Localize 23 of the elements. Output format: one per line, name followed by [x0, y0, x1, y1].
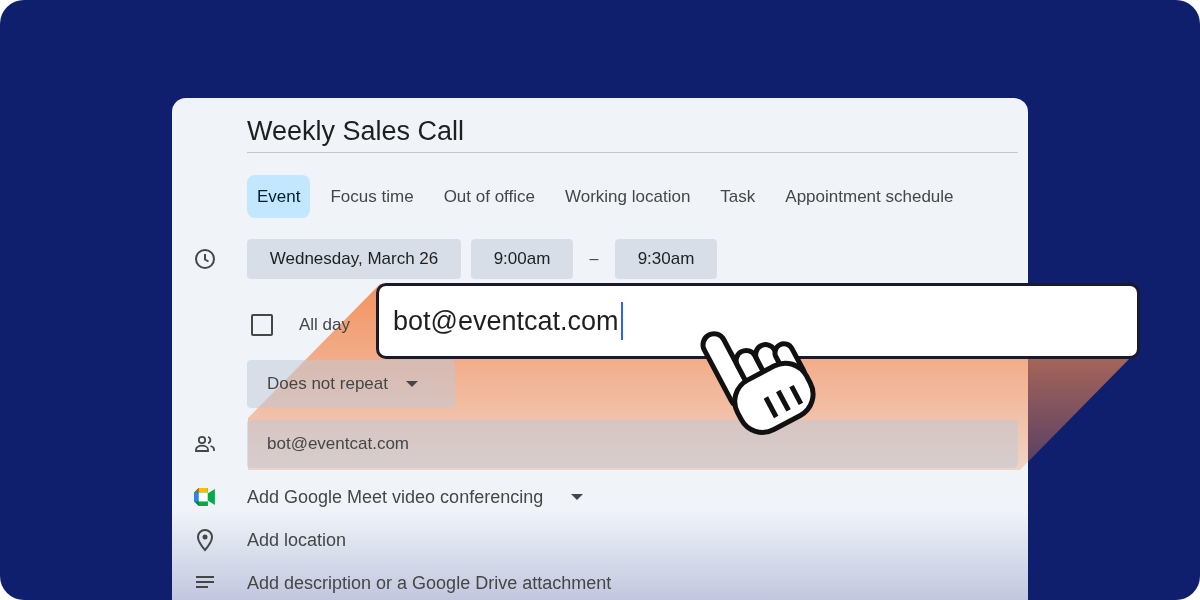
description-field[interactable]: Add description or a Google Drive attachment	[247, 572, 612, 594]
event-type-tab[interactable]: Task	[710, 175, 766, 218]
end-time-picker[interactable]: 9:30am	[615, 239, 717, 279]
location-field[interactable]: Add location	[247, 529, 347, 551]
event-type-tab[interactable]: Appointment schedule	[775, 175, 964, 218]
event-type-tab[interactable]: Working location	[555, 175, 701, 218]
event-type-tab[interactable]: Out of office	[433, 175, 545, 218]
time-separator: –	[588, 250, 600, 268]
clock-icon	[193, 247, 217, 271]
event-type-tab[interactable]: Focus time	[320, 175, 424, 218]
event-type-tab[interactable]: Event	[247, 175, 311, 218]
caret-icon[interactable]	[571, 494, 584, 500]
event-title-field[interactable]: Weekly Sales Call	[247, 112, 1018, 153]
guests-field[interactable]: bot@eventcat.com	[247, 420, 1018, 468]
all-day-checkbox[interactable]	[251, 313, 273, 336]
date-picker[interactable]: Wednesday, March 26	[247, 239, 461, 279]
video-camera-icon	[194, 488, 216, 506]
text-cursor	[620, 302, 623, 340]
email-value: bot@eventcat.com	[393, 305, 619, 337]
repeat-dropdown[interactable]: Does not repeat	[247, 360, 455, 408]
meet-link[interactable]: Add Google Meet video conferencing	[247, 486, 544, 508]
caret-icon	[405, 381, 418, 387]
start-time-picker[interactable]: 9:00am	[471, 239, 573, 279]
